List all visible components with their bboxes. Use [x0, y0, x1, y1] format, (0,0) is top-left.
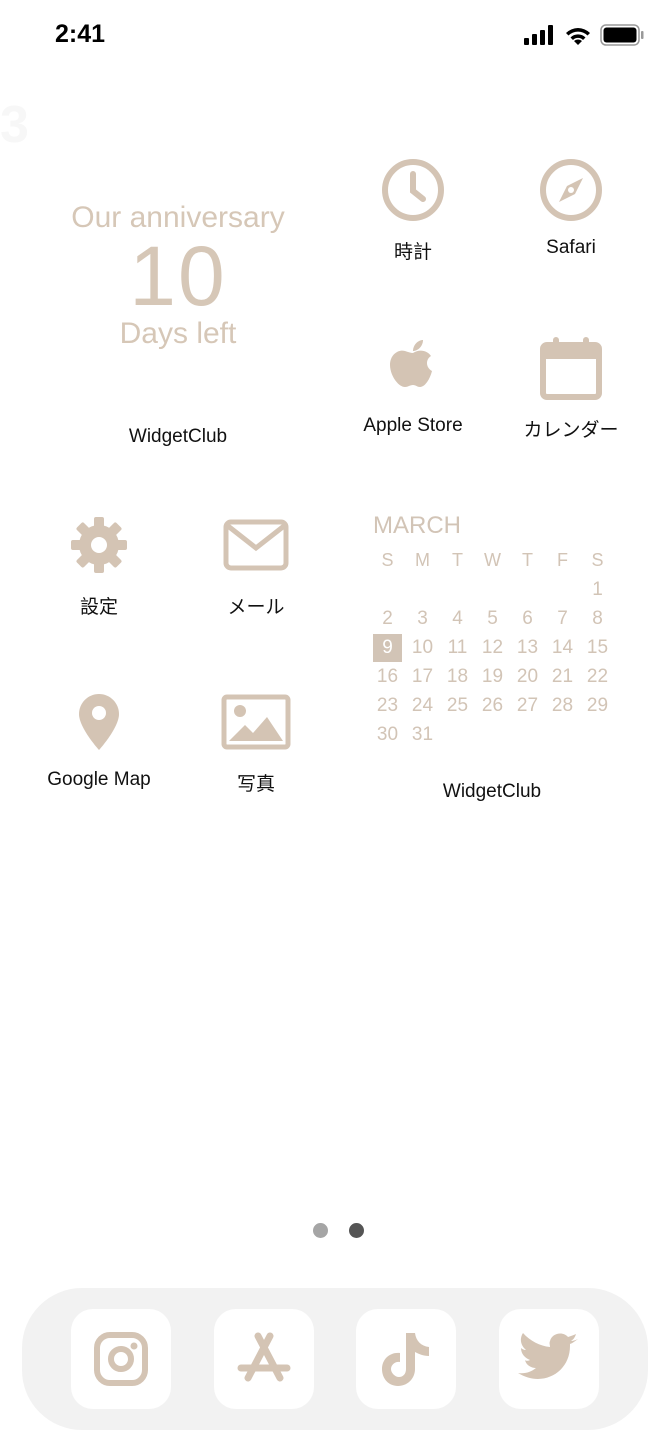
dock-app-store[interactable]: [214, 1309, 314, 1409]
instagram-icon: [94, 1332, 148, 1386]
calendar-day: 16: [376, 665, 399, 687]
wifi-icon: [566, 28, 590, 45]
calendar-day: 29: [586, 694, 609, 716]
map-pin-icon: [79, 694, 119, 750]
calendar-day: [545, 720, 580, 749]
calendar-day: [545, 575, 580, 604]
calendar-month: MARCH: [373, 512, 461, 539]
calendar-day: [475, 575, 510, 604]
calendar-day: 25: [446, 694, 469, 716]
page-dot-1[interactable]: [313, 1223, 328, 1238]
app-label: Safari: [546, 237, 596, 258]
calendar-day: [510, 575, 545, 604]
today-highlight: 9: [373, 633, 402, 662]
calendar-day: 15: [586, 636, 609, 658]
app-store-icon: [237, 1332, 291, 1382]
calendar-grid: S M T W T F S 1 2 3 4 5 6 7 8 9 10 11 12 13 14 15 16 17 18 19 20 21…: [370, 546, 615, 749]
photo-icon: [221, 694, 291, 750]
calendar-day: 1: [592, 578, 603, 600]
apple-icon: [390, 340, 432, 387]
app-label: 写真: [236, 774, 275, 795]
app-label: 設定: [79, 597, 118, 618]
status-time: 2:41: [55, 20, 106, 48]
app-label: Google Map: [47, 769, 151, 790]
calendar-day: 30: [376, 723, 399, 745]
calendar-day: 26: [481, 694, 504, 716]
app-clock[interactable]: 時計: [338, 155, 488, 264]
calendar-day: 14: [551, 636, 574, 658]
calendar-day: 18: [446, 665, 469, 687]
clock-icon: [382, 159, 444, 221]
weekday-header: S: [591, 550, 604, 570]
calendar-day: [405, 575, 440, 604]
calendar-day: 20: [516, 665, 539, 687]
calendar-day: 8: [592, 607, 603, 629]
battery-icon: [600, 24, 644, 46]
calendar-day: 21: [551, 665, 574, 687]
calendar-day: [475, 720, 510, 749]
calendar-day-today: 9: [370, 633, 405, 662]
tiktok-icon: [382, 1333, 429, 1386]
dock-tiktok[interactable]: [356, 1309, 456, 1409]
calendar-day: [440, 720, 475, 749]
dock-instagram[interactable]: [71, 1309, 171, 1409]
calendar-widget-label: WidgetClub: [442, 781, 542, 802]
app-settings[interactable]: 設定: [24, 510, 174, 619]
weekday-header: T: [522, 550, 533, 570]
calendar-day: 17: [411, 665, 434, 687]
app-label: メール: [227, 597, 285, 618]
app-apple-store[interactable]: Apple Store: [338, 333, 488, 437]
calendar-day: 19: [481, 665, 504, 687]
anniversary-days-number: 10: [129, 229, 227, 323]
app-mail[interactable]: メール: [181, 510, 331, 619]
app-photos[interactable]: 写真: [181, 687, 331, 796]
compass-icon: [540, 159, 602, 221]
app-label: 時計: [393, 242, 432, 263]
calendar-widget[interactable]: MARCH S M T W T F S 1 2 3 4 5 6 7 8 9 10 11 12 13 14 15 16 17 18…: [370, 512, 615, 749]
calendar-day: 5: [487, 607, 498, 629]
calendar-day: 31: [411, 723, 434, 745]
calendar-day: 7: [557, 607, 568, 629]
anniversary-widget-label: WidgetClub: [128, 426, 228, 447]
calendar-day: [580, 720, 615, 749]
app-label: カレンダー: [523, 420, 619, 441]
app-google-map[interactable]: Google Map: [24, 687, 174, 791]
calendar-day: 24: [411, 694, 434, 716]
calendar-day: 2: [382, 607, 393, 629]
calendar-day: 23: [376, 694, 399, 716]
weekday-header: F: [557, 550, 568, 570]
app-safari[interactable]: Safari: [496, 155, 646, 259]
ghost-text: 3: [0, 96, 29, 154]
calendar-day: 11: [447, 636, 468, 658]
cellular-signal-icon: [524, 25, 553, 45]
weekday-header: W: [484, 550, 501, 570]
calendar-day: [440, 575, 475, 604]
page-dot-2-active[interactable]: [349, 1223, 364, 1238]
calendar-day: 12: [481, 636, 504, 658]
twitter-icon: [518, 1333, 578, 1379]
weekday-header: M: [415, 550, 430, 570]
calendar-day: 3: [417, 607, 428, 629]
dock-twitter[interactable]: [499, 1309, 599, 1409]
calendar-day: 22: [586, 665, 609, 687]
weekday-header: T: [452, 550, 463, 570]
mail-icon: [223, 519, 289, 571]
gear-icon: [71, 517, 127, 573]
anniversary-widget[interactable]: Our anniversary 10 Days left: [28, 198, 328, 354]
app-label: Apple Store: [363, 415, 463, 436]
calendar-day: 4: [452, 607, 463, 629]
calendar-day: 28: [551, 694, 574, 716]
calendar-day: 13: [516, 636, 539, 658]
calendar-day: [370, 575, 405, 604]
anniversary-subtitle: Days left: [119, 317, 237, 350]
calendar-day: [510, 720, 545, 749]
calendar-icon: [540, 337, 602, 400]
status-icons: [524, 24, 644, 46]
calendar-day: 27: [516, 694, 539, 716]
app-calendar[interactable]: カレンダー: [496, 333, 646, 442]
calendar-day: 6: [522, 607, 533, 629]
weekday-header: S: [381, 550, 394, 570]
calendar-day: 10: [411, 636, 434, 658]
